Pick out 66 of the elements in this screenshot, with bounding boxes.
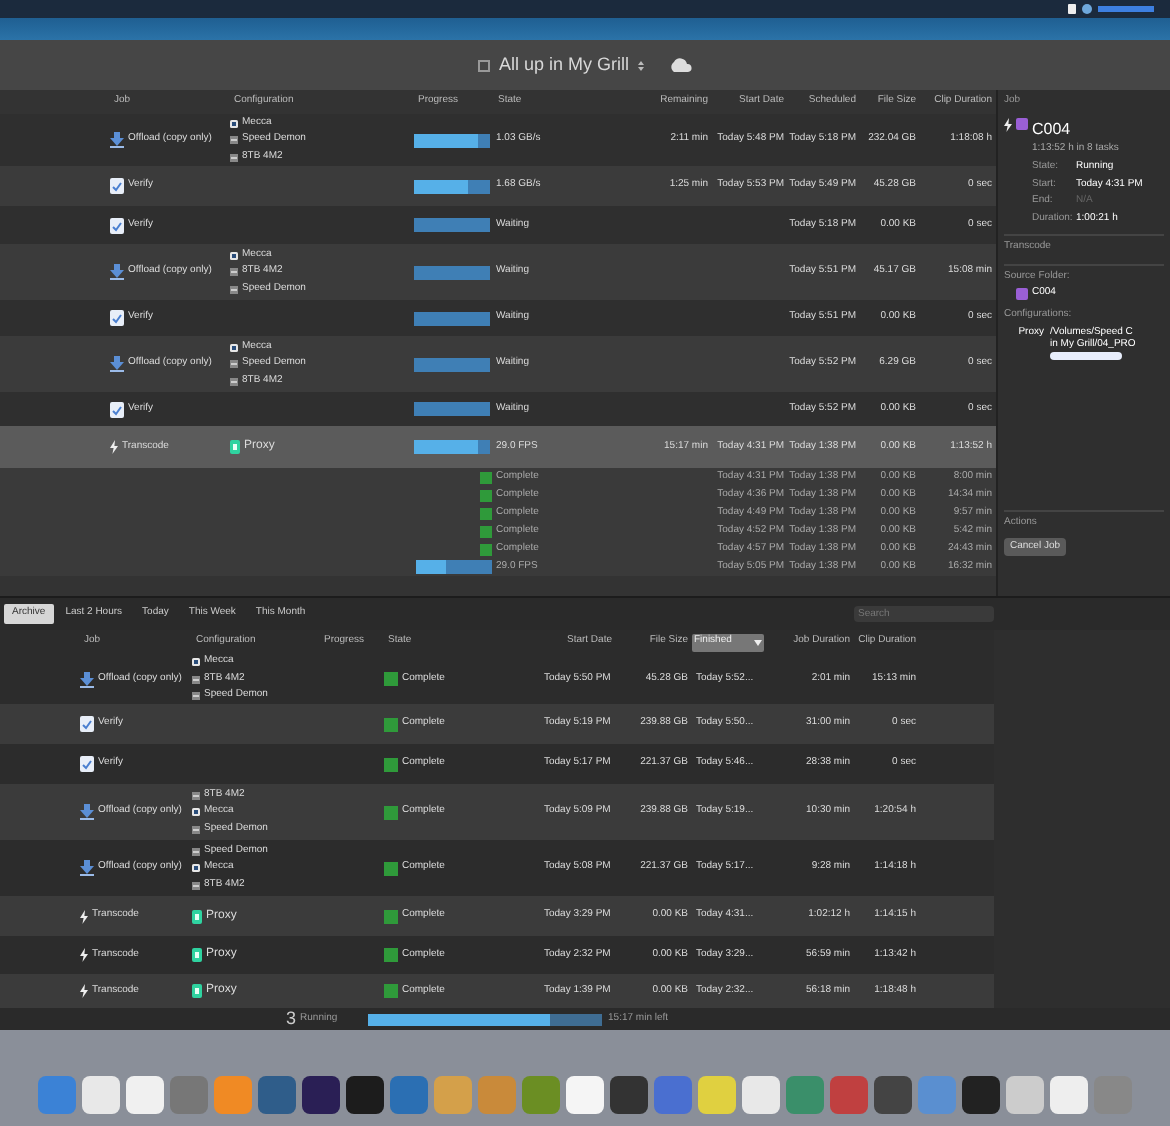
preset-icon [192, 909, 202, 923]
complete-icon [384, 984, 398, 998]
app-icon[interactable] [610, 1076, 648, 1114]
project-title[interactable]: All up in My Grill [498, 51, 629, 79]
complete-icon [384, 948, 398, 962]
preset-icon [192, 984, 202, 998]
download-icon [110, 132, 124, 148]
download-icon [110, 356, 124, 372]
download-icon [80, 860, 94, 876]
disk-icon [192, 847, 200, 855]
document-icon [110, 178, 124, 194]
drive-icon [230, 119, 238, 127]
bolt-icon [80, 984, 88, 998]
dropdown-caret-icon [754, 639, 762, 645]
disk-icon [230, 360, 238, 368]
app-icon[interactable] [962, 1076, 1000, 1114]
drive-icon [230, 343, 238, 351]
cloud-icon[interactable] [667, 58, 691, 72]
disk-icon [230, 153, 238, 161]
disk-icon [192, 881, 200, 889]
complete-icon [384, 672, 398, 686]
app-icon[interactable] [82, 1076, 120, 1114]
drive-icon [192, 808, 200, 816]
app-icon[interactable] [742, 1076, 780, 1114]
path-control[interactable] [1050, 352, 1122, 360]
document-icon [110, 401, 124, 417]
bolt-icon [1004, 117, 1012, 131]
preset-icon [192, 948, 202, 962]
drive-icon [192, 864, 200, 872]
preset-icon [230, 440, 240, 454]
app-icon[interactable] [566, 1076, 604, 1114]
running-count: 3 [286, 1005, 297, 1032]
checkbox-icon[interactable] [478, 59, 491, 71]
app-icon[interactable] [874, 1076, 912, 1114]
complete-icon [384, 717, 398, 731]
bolt-icon [80, 948, 88, 962]
drive-icon [192, 658, 200, 666]
document-icon [80, 716, 94, 732]
complete-icon [384, 909, 398, 923]
download-icon [80, 671, 94, 687]
updown-arrows-icon [637, 59, 643, 71]
app-icon[interactable] [346, 1076, 384, 1114]
disk-icon [230, 268, 238, 276]
circle-icon[interactable] [1082, 4, 1092, 14]
disk-icon [192, 675, 200, 683]
job-title: C004 [1032, 117, 1073, 141]
document-icon [80, 756, 94, 772]
complete-icon [384, 805, 398, 819]
app-icon[interactable] [1050, 1076, 1088, 1114]
document-icon [110, 310, 124, 326]
app-icon[interactable] [302, 1076, 340, 1114]
download-icon [80, 804, 94, 820]
disk-icon [230, 136, 238, 144]
bolt-icon [80, 909, 88, 923]
drive-icon [230, 251, 238, 259]
complete-icon [384, 861, 398, 875]
download-icon [110, 264, 124, 280]
document-icon [110, 217, 124, 233]
disk-icon [230, 377, 238, 385]
app-icon[interactable] [126, 1076, 164, 1114]
complete-icon [384, 757, 398, 771]
disk-icon [192, 825, 200, 833]
disk-icon [230, 285, 238, 293]
bolt-icon [110, 440, 118, 454]
disk-icon [192, 791, 200, 799]
disk-icon [192, 692, 200, 700]
